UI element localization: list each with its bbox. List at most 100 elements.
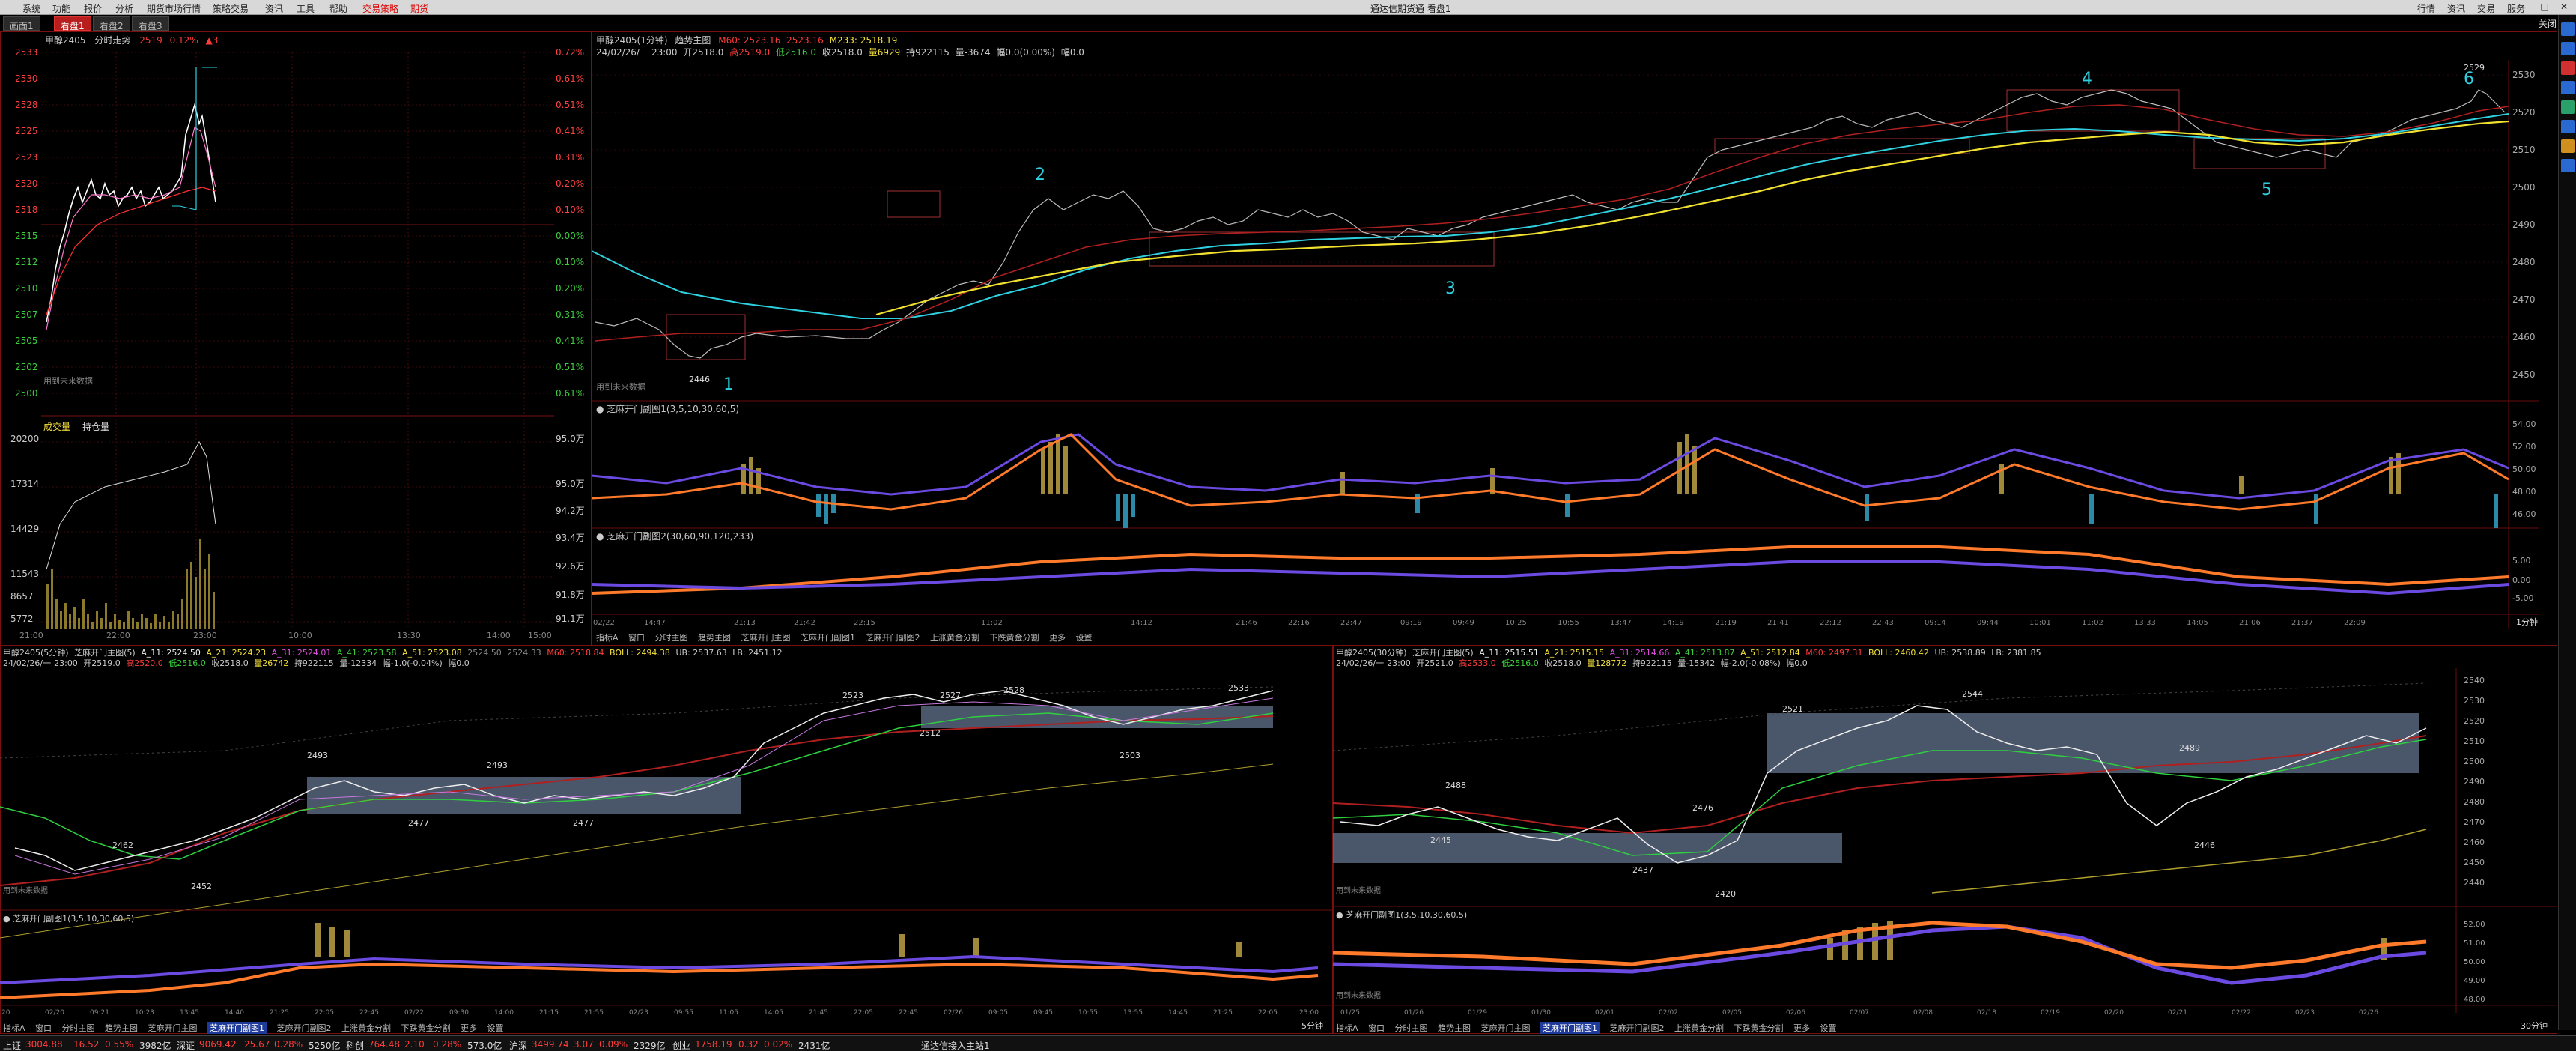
br-time-tick: 02/02 xyxy=(1659,1009,1678,1017)
menu-system[interactable]: 系统 xyxy=(22,2,40,15)
br-header2: 24/02/26/一 23:00 开2521.0 高2533.0 低2516.0 … xyxy=(1336,659,1808,667)
br-tab-trend[interactable]: 趋势主图 xyxy=(1438,1022,1471,1034)
maximize-button[interactable]: □ xyxy=(2534,1,2555,13)
status-sh-pct: 0.55% xyxy=(105,1039,134,1050)
main-tab-trend[interactable]: 趋势主图 xyxy=(698,631,731,643)
ind2-tick: 0.00 xyxy=(2512,575,2531,585)
main-time-tick: 14:47 xyxy=(644,619,666,627)
intraday-pct-tick: 0.72% xyxy=(556,47,584,58)
intraday-oi-tick: 92.6万 xyxy=(556,561,585,572)
main-price-tick: 2490 xyxy=(2512,219,2536,230)
bl-tab-indicatorA[interactable]: 指标A xyxy=(3,1022,25,1034)
br-time-tick: 02/06 xyxy=(1786,1009,1805,1017)
intraday-price-tick: 2512 xyxy=(15,257,38,267)
intraday-price-tick: 2530 xyxy=(15,73,38,84)
menu-futures-market[interactable]: 期货市场行情 xyxy=(147,2,201,15)
intraday-header: 甲醇2405 分时走势 2519 0.12% ▲3 xyxy=(45,36,218,45)
menu-futures[interactable]: 期货 xyxy=(410,2,428,15)
ind2-tick: -5.00 xyxy=(2512,593,2533,603)
wave-label-4: 4 xyxy=(2082,70,2092,88)
list-icon[interactable] xyxy=(2561,42,2575,55)
bl-label-2533: 2533 xyxy=(1228,683,1249,693)
menu-analysis[interactable]: 分析 xyxy=(115,2,133,15)
menu-news[interactable]: 资讯 xyxy=(265,2,283,15)
main-tab-intraday[interactable]: 分时主图 xyxy=(655,631,688,643)
menu-right-service[interactable]: 服务 xyxy=(2507,2,2525,15)
br-period-button[interactable]: 30分钟 xyxy=(2521,1022,2548,1030)
bl-tab-zhima-sub2[interactable]: 芝麻开门副图2 xyxy=(277,1022,332,1034)
wave-label-2: 2 xyxy=(1035,166,1045,184)
status-sz-chg: 25.67 xyxy=(244,1039,270,1050)
bl-tab-zhima-sub1[interactable]: 芝麻开门副图1 xyxy=(207,1022,267,1034)
bl-tab-zhima-main[interactable]: 芝麻开门主图 xyxy=(148,1022,198,1034)
bl-tab-golden-up[interactable]: 上涨黄金分割 xyxy=(341,1022,391,1034)
main-tab-settings[interactable]: 设置 xyxy=(1076,631,1093,643)
br-zf: 幅0.0 xyxy=(1786,658,1808,668)
status-sh-chg: 16.52 xyxy=(73,1039,100,1050)
main-tab-zhima-sub2[interactable]: 芝麻开门副图2 xyxy=(866,631,920,643)
main-time: 23:00 xyxy=(651,47,678,58)
br-high: 高2533.0 xyxy=(1459,658,1496,668)
main-time-tick: 22:16 xyxy=(1288,619,1310,627)
menu-help[interactable]: 帮助 xyxy=(329,2,347,15)
tab-1[interactable]: 画面1 xyxy=(3,16,40,31)
trade-icon[interactable] xyxy=(2561,81,2575,94)
close-window-button[interactable]: ✕ xyxy=(2554,1,2575,13)
bl-tab-window[interactable]: 窗口 xyxy=(35,1022,52,1034)
menu-right-trade[interactable]: 交易 xyxy=(2477,2,2495,15)
tool-icon[interactable] xyxy=(2561,120,2575,133)
intraday-time-tick: 13:30 xyxy=(397,631,421,640)
bl-tab-more[interactable]: 更多 xyxy=(461,1022,477,1034)
status-hs-amt: 2329亿 xyxy=(634,1041,666,1051)
settings-icon[interactable] xyxy=(2561,159,2575,172)
bl-tab-settings[interactable]: 设置 xyxy=(487,1022,504,1034)
br-tab-zhima-sub1[interactable]: 芝麻开门副图1 xyxy=(1540,1022,1600,1034)
main-time-tick: 11:02 xyxy=(981,619,1003,627)
tab-2[interactable]: 看盘1 xyxy=(54,16,91,31)
tab-3[interactable]: 看盘2 xyxy=(93,16,130,31)
bl-tab-intraday[interactable]: 分时主图 xyxy=(62,1022,95,1034)
status-sz-pct: 0.28% xyxy=(274,1039,303,1050)
br-tab-golden-up[interactable]: 上涨黄金分割 xyxy=(1674,1022,1724,1034)
br-tab-intraday[interactable]: 分时主图 xyxy=(1395,1022,1428,1034)
main-tab-more[interactable]: 更多 xyxy=(1049,631,1066,643)
bl-tab-trend[interactable]: 趋势主图 xyxy=(105,1022,138,1034)
main-tab-zhima-main[interactable]: 芝麻开门主图 xyxy=(741,631,791,643)
main-tab-window[interactable]: 窗口 xyxy=(628,631,645,643)
bl-a1: A_11: 2524.50 xyxy=(141,648,201,658)
main-tab-zhima-sub1[interactable]: 芝麻开门副图1 xyxy=(801,631,855,643)
menu-right-quote[interactable]: 行情 xyxy=(2417,2,2435,15)
menu-strategy-trade[interactable]: 策略交易 xyxy=(213,2,249,15)
br-tab-indicatorA[interactable]: 指标A xyxy=(1336,1022,1358,1034)
menu-tools[interactable]: 工具 xyxy=(297,2,315,15)
main-time-tick: 21:19 xyxy=(1715,619,1737,627)
tab-4[interactable]: 看盘3 xyxy=(132,16,169,31)
news-icon[interactable] xyxy=(2561,100,2575,114)
main-tab-golden-up[interactable]: 上涨黄金分割 xyxy=(930,631,979,643)
br-tab-more[interactable]: 更多 xyxy=(1793,1022,1810,1034)
bl-tab-golden-down[interactable]: 下跌黄金分割 xyxy=(401,1022,451,1034)
main-tab-golden-down[interactable]: 下跌黄金分割 xyxy=(990,631,1039,643)
bl-a2: A_21: 2524.23 xyxy=(206,648,267,658)
quote-icon[interactable] xyxy=(2561,22,2575,36)
br-tab-golden-down[interactable]: 下跌黄金分割 xyxy=(1734,1022,1784,1034)
bl-period-button[interactable]: 5分钟 xyxy=(1301,1022,1323,1030)
br-tab-settings[interactable]: 设置 xyxy=(1820,1022,1837,1034)
menu-function[interactable]: 功能 xyxy=(52,2,70,15)
menu-right-news[interactable]: 资讯 xyxy=(2447,2,2465,15)
chart-icon[interactable] xyxy=(2561,61,2575,75)
menu-trade-strategy[interactable]: 交易策略 xyxy=(362,2,398,15)
main-time-tick: 22:47 xyxy=(1340,619,1362,627)
close-panel-button[interactable]: 关闭 xyxy=(2539,19,2557,28)
bl-time-tick: 02/20 xyxy=(45,1009,64,1017)
main-tab-indicatorA[interactable]: 指标A xyxy=(596,631,619,643)
br-tab-zhima-sub2[interactable]: 芝麻开门副图2 xyxy=(1610,1022,1665,1034)
status-hs-pct: 0.09% xyxy=(599,1039,628,1050)
br-tab-window[interactable]: 窗口 xyxy=(1368,1022,1385,1034)
br-low: 低2516.0 xyxy=(1501,658,1539,668)
alert-icon[interactable] xyxy=(2561,139,2575,153)
menu-quote[interactable]: 报价 xyxy=(84,2,102,15)
br-tab-zhima-main[interactable]: 芝麻开门主图 xyxy=(1481,1022,1531,1034)
bl-high: 高2520.0 xyxy=(126,658,163,668)
status-bar: 上证 3004.88 16.52 0.55% 3982亿 深证 9069.42 … xyxy=(0,1035,2576,1051)
